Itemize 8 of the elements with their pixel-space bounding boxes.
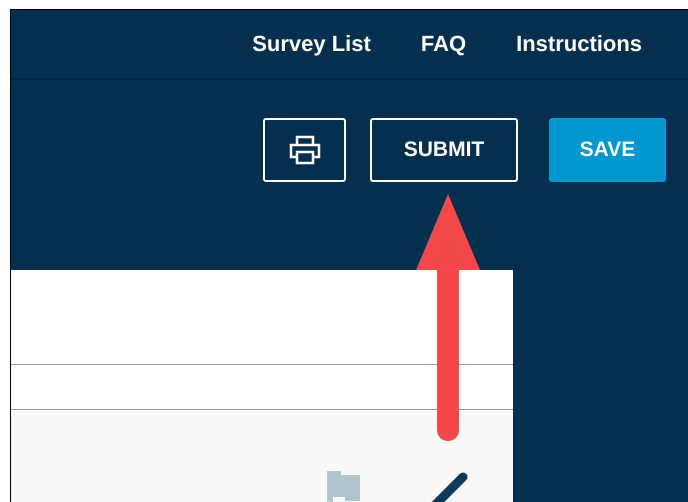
nav-link[interactable]: Instructions: [516, 31, 642, 57]
print-button[interactable]: [263, 118, 346, 182]
flag-icon: [327, 471, 361, 502]
submit-button[interactable]: SUBMIT: [370, 118, 518, 182]
nav-link[interactable]: FAQ: [420, 31, 466, 57]
print-icon: [288, 135, 322, 165]
pencil-icon: [429, 471, 469, 502]
nav-link[interactable]: Survey List: [252, 31, 371, 57]
